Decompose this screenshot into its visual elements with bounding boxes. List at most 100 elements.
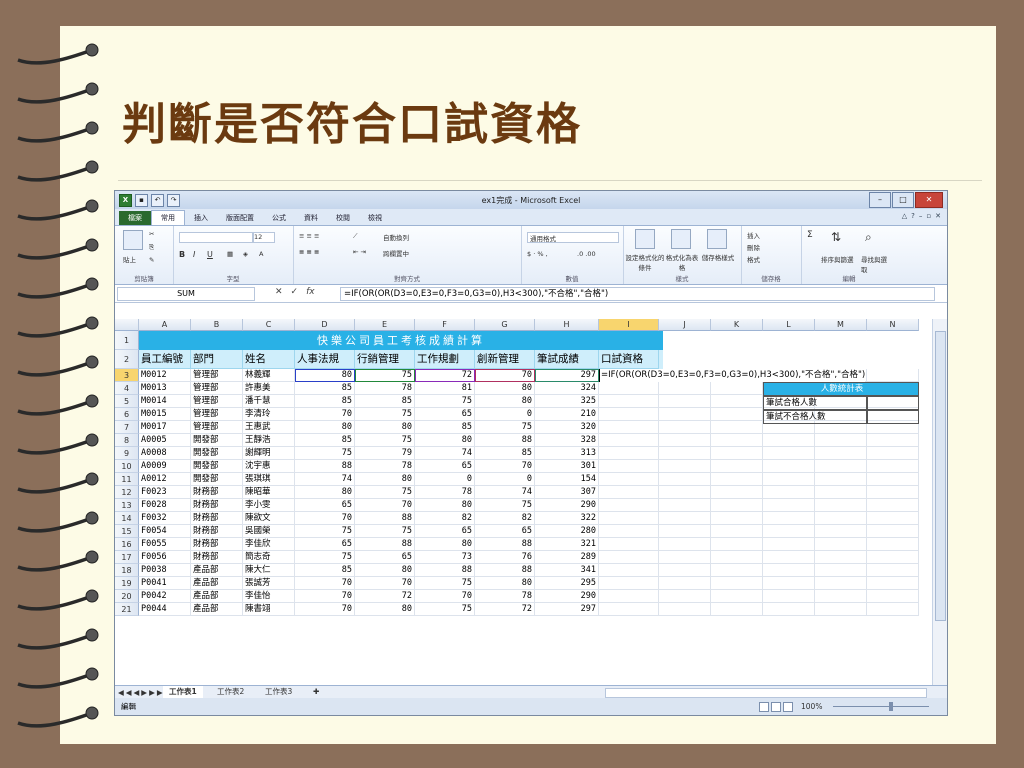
table-cell[interactable]: A0009 <box>139 460 191 473</box>
table-cell[interactable] <box>815 486 867 499</box>
number-format-select[interactable]: 通用格式 <box>527 232 619 243</box>
new-sheet-icon[interactable]: ✚ <box>307 686 325 698</box>
table-cell[interactable]: 321 <box>535 538 599 551</box>
table-cell[interactable] <box>599 395 659 408</box>
borders-icon[interactable]: ▦ <box>227 250 233 258</box>
table-cell[interactable] <box>599 590 659 603</box>
table-cell[interactable]: F0054 <box>139 525 191 538</box>
table-cell[interactable]: 289 <box>535 551 599 564</box>
scroll-thumb[interactable] <box>935 331 946 621</box>
table-cell[interactable] <box>763 473 815 486</box>
table-cell[interactable] <box>711 447 763 460</box>
table-cell[interactable] <box>599 460 659 473</box>
table-cell[interactable]: M0015 <box>139 408 191 421</box>
table-cell[interactable] <box>711 499 763 512</box>
table-cell[interactable] <box>815 577 867 590</box>
conditional-format-icon[interactable] <box>635 229 655 249</box>
table-cell[interactable]: 80 <box>295 421 355 434</box>
table-cell[interactable]: 72 <box>415 369 475 382</box>
delete-cells-button[interactable]: 刪除 <box>747 242 760 252</box>
table-cell[interactable]: 管理部 <box>191 382 243 395</box>
table-cell[interactable]: 簡志奇 <box>243 551 295 564</box>
table-cell[interactable]: 81 <box>415 382 475 395</box>
table-cell[interactable]: 70 <box>295 512 355 525</box>
row-header[interactable]: 8 <box>115 434 139 447</box>
cancel-icon[interactable]: ✕ <box>275 287 283 297</box>
table-cell[interactable]: 75 <box>355 408 415 421</box>
table-cell[interactable] <box>867 460 919 473</box>
table-cell[interactable]: 88 <box>355 512 415 525</box>
column-header[interactable]: D <box>295 319 355 331</box>
table-cell[interactable]: 開發部 <box>191 447 243 460</box>
table-cell[interactable]: 財務部 <box>191 486 243 499</box>
paste-icon[interactable] <box>123 230 143 250</box>
table-cell[interactable]: 307 <box>535 486 599 499</box>
find-select-button[interactable]: 尋找與選取 <box>861 254 891 274</box>
table-cell[interactable]: 75 <box>355 434 415 447</box>
table-cell[interactable]: 75 <box>355 486 415 499</box>
table-cell[interactable]: 李佳欣 <box>243 538 295 551</box>
font-name-select[interactable] <box>179 232 253 243</box>
merge-center-button[interactable]: 跨欄置中 <box>383 248 409 258</box>
table-cell[interactable]: 80 <box>295 369 355 382</box>
tab-file[interactable]: 檔案 <box>119 211 151 225</box>
table-cell[interactable]: 75 <box>295 447 355 460</box>
row-header[interactable]: 2 <box>115 350 139 369</box>
table-cell[interactable]: 82 <box>475 512 535 525</box>
row-header[interactable]: 18 <box>115 564 139 577</box>
table-cell[interactable]: F0028 <box>139 499 191 512</box>
table-cell[interactable] <box>599 408 659 421</box>
table-cell[interactable]: 78 <box>475 590 535 603</box>
table-cell[interactable]: 88 <box>475 538 535 551</box>
font-size-select[interactable]: 12 <box>253 232 275 243</box>
table-cell[interactable]: 74 <box>475 486 535 499</box>
align-left-icon[interactable]: ≣ ≣ ≣ <box>299 248 319 256</box>
table-cell[interactable] <box>763 512 815 525</box>
page-layout-view-icon[interactable] <box>771 702 781 712</box>
table-cell[interactable]: 280 <box>535 525 599 538</box>
table-cell[interactable]: 70 <box>475 460 535 473</box>
table-cell[interactable]: 產品部 <box>191 577 243 590</box>
formula-input[interactable]: =IF(OR(OR(D3=0,E3=0,F3=0,G3=0),H3<300),"… <box>340 287 935 301</box>
table-cell[interactable] <box>763 603 815 616</box>
table-cell[interactable]: 210 <box>535 408 599 421</box>
table-cell[interactable] <box>867 447 919 460</box>
table-cell[interactable]: 65 <box>415 408 475 421</box>
row-header[interactable]: 3 <box>115 369 139 382</box>
table-cell[interactable]: F0032 <box>139 512 191 525</box>
table-cell[interactable]: 謝輝明 <box>243 447 295 460</box>
table-cell[interactable]: 財務部 <box>191 551 243 564</box>
table-cell[interactable] <box>815 603 867 616</box>
table-cell[interactable]: 產品部 <box>191 564 243 577</box>
table-cell[interactable]: 產品部 <box>191 590 243 603</box>
format-table-icon[interactable] <box>671 229 691 249</box>
column-header[interactable]: K <box>711 319 763 331</box>
table-cell[interactable] <box>867 473 919 486</box>
table-cell[interactable]: 74 <box>295 473 355 486</box>
table-cell[interactable]: 290 <box>535 590 599 603</box>
close-button[interactable]: ✕ <box>915 192 943 208</box>
table-cell[interactable]: 張誠芳 <box>243 577 295 590</box>
table-cell[interactable] <box>659 395 711 408</box>
table-cell[interactable]: 75 <box>295 525 355 538</box>
table-cell[interactable]: 295 <box>535 577 599 590</box>
row-header[interactable]: 21 <box>115 603 139 616</box>
table-cell[interactable]: 李小雯 <box>243 499 295 512</box>
minimize-button[interactable]: – <box>869 192 891 208</box>
insert-cells-button[interactable]: 插入 <box>747 230 760 240</box>
table-cell[interactable]: 313 <box>535 447 599 460</box>
table-cell[interactable] <box>815 434 867 447</box>
table-cell[interactable] <box>763 590 815 603</box>
table-cell[interactable]: 80 <box>355 421 415 434</box>
table-cell[interactable] <box>815 525 867 538</box>
table-cell[interactable]: 85 <box>475 447 535 460</box>
row-header[interactable]: 12 <box>115 486 139 499</box>
table-cell[interactable] <box>763 564 815 577</box>
table-cell[interactable]: 75 <box>415 603 475 616</box>
table-cell[interactable] <box>659 551 711 564</box>
sheet-tab-3[interactable]: 工作表3 <box>259 686 298 698</box>
format-cells-button[interactable]: 格式 <box>747 254 760 264</box>
sort-filter-button[interactable]: 排序與篩選 <box>821 254 854 264</box>
table-cell[interactable] <box>763 551 815 564</box>
table-cell[interactable]: 85 <box>295 382 355 395</box>
